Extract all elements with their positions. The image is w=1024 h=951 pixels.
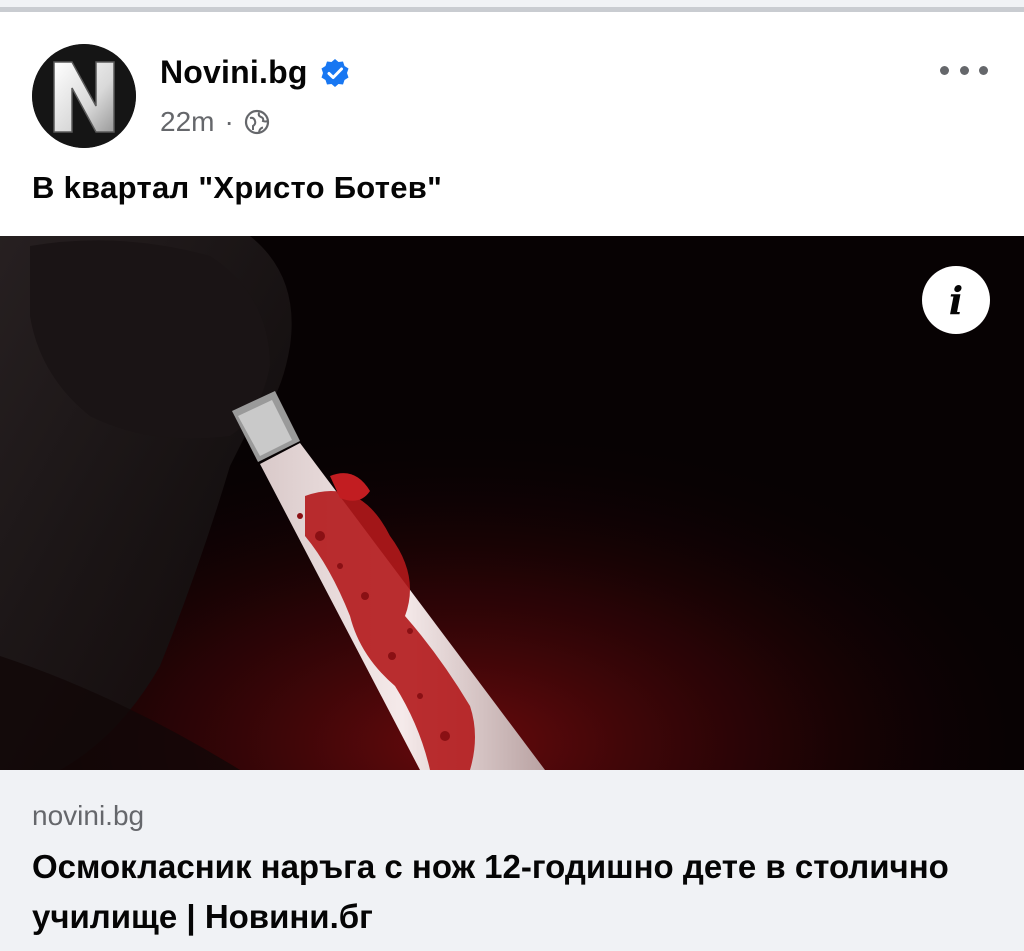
- post-meta: 22m ·: [160, 106, 270, 138]
- avatar-logo: [32, 44, 136, 148]
- info-icon[interactable]: i: [922, 266, 990, 334]
- info-label: i: [948, 277, 964, 323]
- feed-separator: [0, 0, 1024, 12]
- more-options-icon[interactable]: [940, 58, 988, 82]
- knife-image: [0, 236, 1024, 770]
- more-dot: [979, 65, 988, 75]
- more-dot: [940, 65, 949, 75]
- page-name[interactable]: Novini.bg: [160, 54, 308, 91]
- link-domain: novini.bg: [32, 800, 145, 831]
- verified-badge-icon: [320, 58, 350, 88]
- page-avatar[interactable]: [32, 44, 136, 148]
- more-dot: [959, 65, 969, 75]
- post-timestamp[interactable]: 22m: [160, 106, 214, 138]
- page-name-row: Novini.bg: [160, 54, 350, 91]
- link-preview[interactable]: novini.bg Осмокласник наръга с нож 12-го…: [0, 770, 1024, 951]
- globe-icon: [244, 109, 270, 135]
- post-image[interactable]: i: [0, 236, 1024, 770]
- meta-separator: ·: [224, 106, 234, 137]
- post-header: Novini.bg 22m ·: [32, 44, 992, 148]
- link-title[interactable]: Осмокласник наръга с нож 12-годишно дете…: [32, 842, 992, 942]
- post-caption: В kвартал "Христо Ботев": [32, 170, 443, 205]
